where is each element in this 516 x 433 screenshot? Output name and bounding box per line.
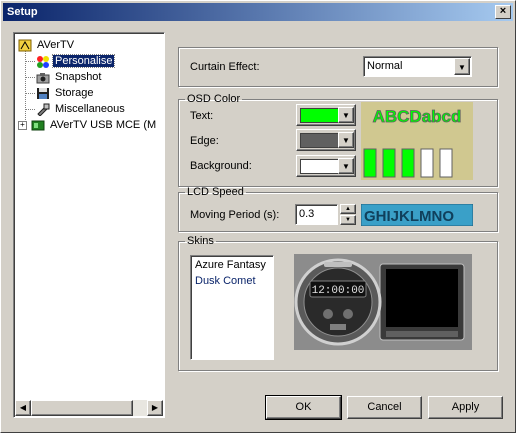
osd-color-legend: OSD Color xyxy=(187,93,241,105)
osd-background-color-picker[interactable]: ▼ xyxy=(296,155,356,177)
tv-tuner-icon xyxy=(31,120,45,131)
tree-item-avertv[interactable]: AVerTV xyxy=(18,37,76,53)
personalise-icon xyxy=(37,55,49,68)
camera-icon xyxy=(36,72,50,84)
tree-horizontal-scrollbar[interactable]: ◀ ▶ xyxy=(15,400,163,416)
scroll-thumb[interactable] xyxy=(31,400,133,416)
curtain-effect-label: Curtain Effect: xyxy=(190,61,260,73)
tree-item-label: Personalise xyxy=(51,54,116,68)
chevron-down-icon[interactable]: ▼ xyxy=(454,58,470,75)
cancel-button[interactable]: Cancel xyxy=(347,396,422,419)
tree-item-snapshot[interactable]: Snapshot xyxy=(36,69,103,85)
curtain-effect-select[interactable]: Normal ▼ xyxy=(363,56,472,77)
curtain-effect-value: Normal xyxy=(367,60,403,72)
osd-text-color-picker[interactable]: ▼ xyxy=(296,104,356,126)
tree-item-label: Snapshot xyxy=(55,71,102,83)
osd-text-label: Text: xyxy=(190,110,214,122)
title-bar: Setup × xyxy=(3,3,513,21)
lcd-speed-legend: LCD Speed xyxy=(187,186,244,198)
osd-edge-color-picker[interactable]: ▼ xyxy=(296,129,356,151)
chevron-down-icon[interactable]: ▼ xyxy=(338,107,354,123)
tree-item-personalise[interactable]: Personalise xyxy=(36,53,116,69)
osd-background-label: Background: xyxy=(190,160,252,172)
avertv-icon xyxy=(18,39,32,52)
apply-button[interactable]: Apply xyxy=(428,396,503,419)
scroll-left-button[interactable]: ◀ xyxy=(15,400,31,416)
lcd-preview: GHIJKLMNO xyxy=(361,204,473,226)
skin-item-azure-fantasy[interactable]: Azure Fantasy xyxy=(195,259,266,271)
skins-legend: Skins xyxy=(187,235,214,247)
moving-period-label: Moving Period (s): xyxy=(190,209,280,221)
spin-down-button[interactable]: ▼ xyxy=(340,215,356,225)
lcd-preview-text: GHIJKLMNO xyxy=(364,208,454,225)
scroll-right-button[interactable]: ▶ xyxy=(147,400,163,416)
miscellaneous-icon xyxy=(37,103,50,116)
skins-list[interactable]: Azure Fantasy Dusk Comet xyxy=(190,255,274,360)
moving-period-input[interactable]: 0.3 xyxy=(295,204,338,225)
skin-preview-time: 12:00:00 xyxy=(312,285,365,297)
tree-item-miscellaneous[interactable]: Miscellaneous xyxy=(36,101,127,117)
window-title: Setup xyxy=(7,6,38,18)
chevron-down-icon[interactable]: ▼ xyxy=(338,132,354,148)
tree-item-avertv-usb[interactable]: + AVerTV USB MCE (M xyxy=(18,117,158,133)
osd-edge-label: Edge: xyxy=(190,135,219,147)
moving-period-value: 0.3 xyxy=(299,208,315,220)
tree-item-label: AVerTV xyxy=(37,39,75,51)
skin-item-dusk-comet[interactable]: Dusk Comet xyxy=(195,275,256,287)
settings-tree[interactable]: AVerTV Personalise Snapshot Storage Misc… xyxy=(13,32,165,418)
tree-item-label: Miscellaneous xyxy=(55,103,125,115)
expand-toggle[interactable]: + xyxy=(18,120,27,130)
osd-preview-text: ABCDabcd xyxy=(373,107,462,126)
osd-preview: ABCDabcd xyxy=(361,102,473,180)
tree-item-label: Storage xyxy=(55,87,94,99)
tree-item-label: AVerTV USB MCE (M xyxy=(50,119,157,131)
chevron-down-icon[interactable]: ▼ xyxy=(338,158,354,174)
close-button[interactable]: × xyxy=(495,5,511,19)
skin-preview: 12:00:00 xyxy=(294,254,472,350)
ok-button[interactable]: OK xyxy=(265,395,342,420)
floppy-disk-icon xyxy=(37,87,49,99)
tree-item-storage[interactable]: Storage xyxy=(36,85,96,101)
spin-up-button[interactable]: ▲ xyxy=(340,204,356,214)
